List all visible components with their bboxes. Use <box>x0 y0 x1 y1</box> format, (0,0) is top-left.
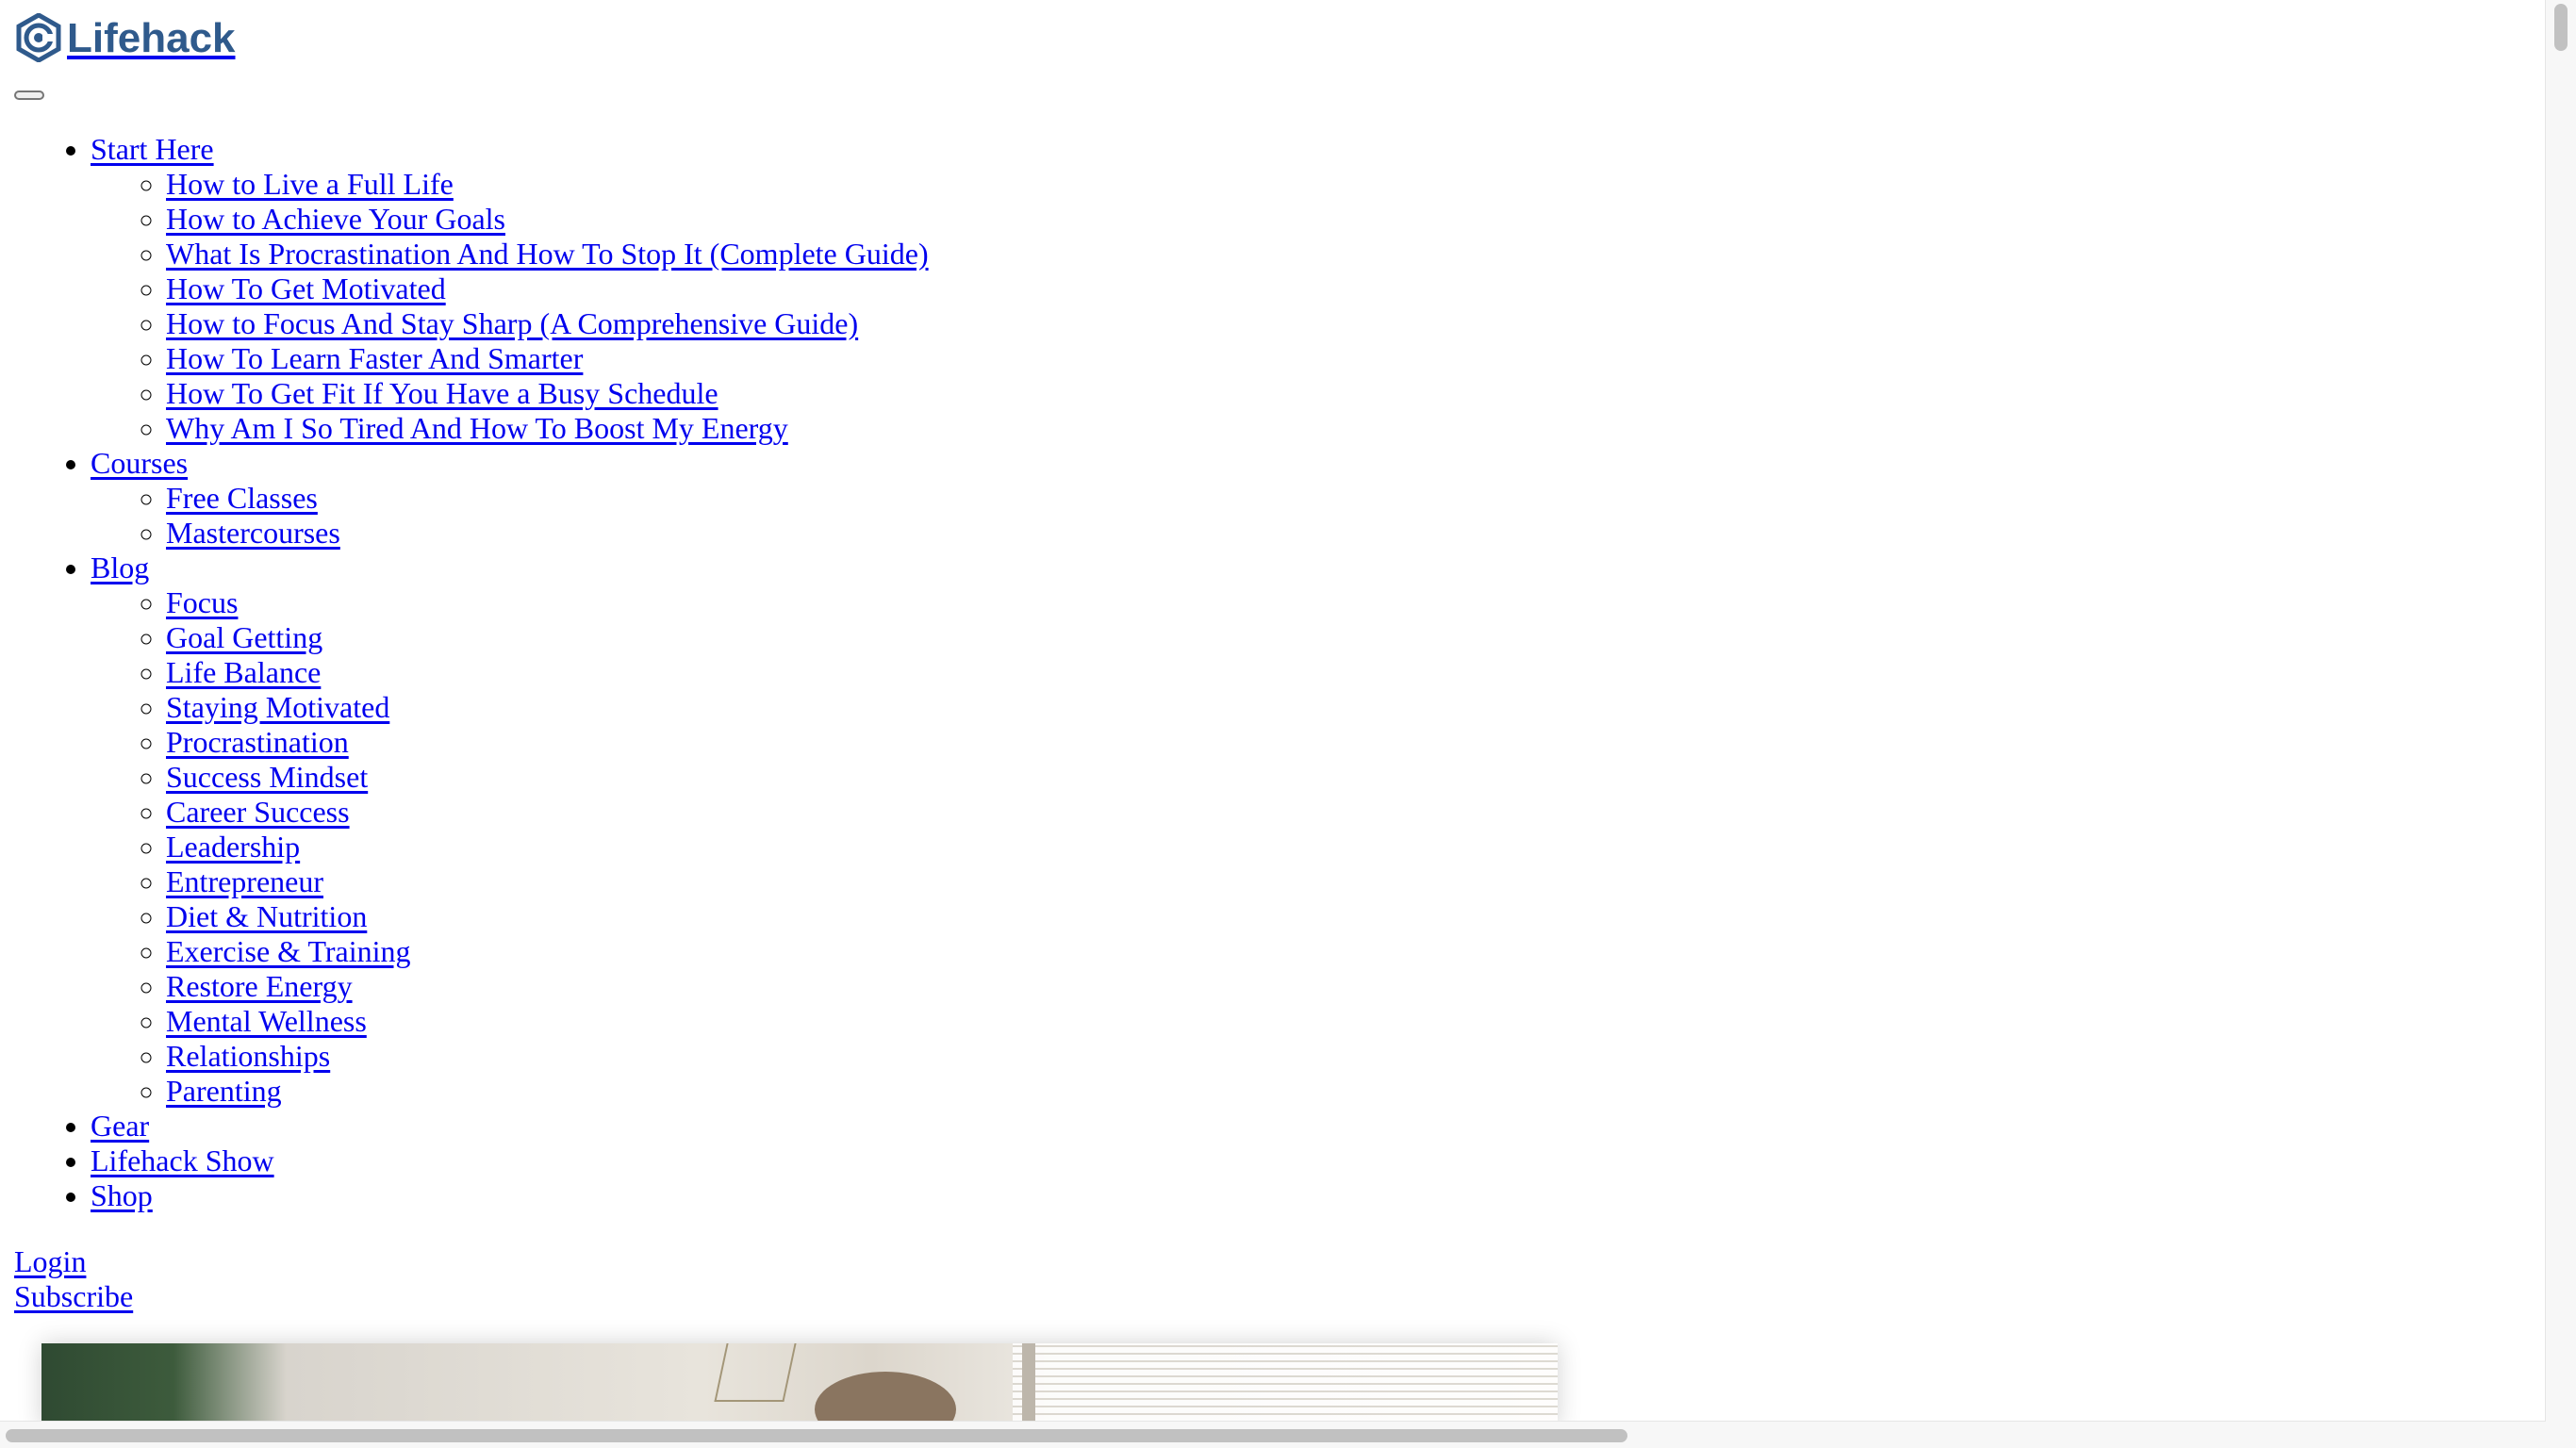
nav-sublink[interactable]: How To Learn Faster And Smarter <box>166 341 583 375</box>
nav-item: Lifehack Show <box>91 1144 929 1178</box>
nav-subitem: How to Live a Full Life <box>166 167 929 202</box>
nav-sublink[interactable]: How To Get Fit If You Have a Busy Schedu… <box>166 376 718 410</box>
hero-image-lamp <box>714 1343 797 1402</box>
nav-subitem: Exercise & Training <box>166 934 929 969</box>
hero-image-window-blinds <box>1013 1343 1558 1422</box>
nav-subitem: Success Mindset <box>166 760 929 795</box>
nav-subitem: What Is Procrastination And How To Stop … <box>166 237 929 272</box>
site-logo-link[interactable]: Lifehack <box>14 11 236 64</box>
nav-subitem: How To Learn Faster And Smarter <box>166 341 929 376</box>
nav-sublink[interactable]: Staying Motivated <box>166 690 389 724</box>
nav-subitem: Goal Getting <box>166 620 929 655</box>
nav-item: Shop <box>91 1178 929 1213</box>
nav-link[interactable]: Shop <box>91 1178 153 1212</box>
nav-subitem: Mental Wellness <box>166 1004 929 1039</box>
subscribe-link[interactable]: Subscribe <box>14 1279 133 1314</box>
nav-link[interactable]: Courses <box>91 446 188 480</box>
nav-sublink[interactable]: Goal Getting <box>166 620 322 654</box>
hero-image-window-frame <box>1022 1343 1035 1422</box>
nav-submenu: Free ClassesMastercourses <box>91 481 929 551</box>
nav-sublink[interactable]: How to Live a Full Life <box>166 167 454 201</box>
nav-sublink[interactable]: Procrastination <box>166 725 349 759</box>
nav-item: Start HereHow to Live a Full LifeHow to … <box>91 132 929 446</box>
nav-sublink[interactable]: Life Balance <box>166 655 321 689</box>
nav-link[interactable]: Blog <box>91 551 149 584</box>
lifehack-logo-icon <box>16 13 61 62</box>
scrollbar-corner <box>2546 1422 2576 1448</box>
nav-subitem: Life Balance <box>166 655 929 690</box>
auth-links: Login Subscribe <box>14 1244 133 1314</box>
nav-subitem: Diet & Nutrition <box>166 899 929 934</box>
nav-sublink[interactable]: Success Mindset <box>166 760 368 794</box>
nav-sublink[interactable]: Mental Wellness <box>166 1004 367 1038</box>
nav-sublink[interactable]: Exercise & Training <box>166 934 411 968</box>
vertical-scrollbar-thumb[interactable] <box>2554 4 2568 51</box>
nav-link[interactable]: Gear <box>91 1109 149 1143</box>
nav-sublink[interactable]: Career Success <box>166 795 350 829</box>
nav-subitem: Parenting <box>166 1074 929 1109</box>
nav-subitem: How To Get Fit If You Have a Busy Schedu… <box>166 376 929 411</box>
nav-sublink[interactable]: Free Classes <box>166 481 318 515</box>
nav-item: BlogFocusGoal GettingLife BalanceStaying… <box>91 551 929 1109</box>
nav-sublink[interactable]: Mastercourses <box>166 516 340 550</box>
nav-item: Gear <box>91 1109 929 1144</box>
main-navigation: Start HereHow to Live a Full LifeHow to … <box>0 132 929 1213</box>
login-link[interactable]: Login <box>14 1244 133 1279</box>
nav-submenu: How to Live a Full LifeHow to Achieve Yo… <box>91 167 929 446</box>
nav-sublink[interactable]: What Is Procrastination And How To Stop … <box>166 237 929 271</box>
nav-sublink[interactable]: Parenting <box>166 1074 282 1108</box>
menu-toggle-button[interactable] <box>14 90 44 100</box>
nav-item: CoursesFree ClassesMastercourses <box>91 446 929 551</box>
nav-submenu: FocusGoal GettingLife BalanceStaying Mot… <box>91 585 929 1109</box>
nav-sublink[interactable]: How to Achieve Your Goals <box>166 202 505 236</box>
vertical-scrollbar[interactable] <box>2545 0 2576 1422</box>
nav-sublink[interactable]: Relationships <box>166 1039 330 1073</box>
nav-sublink[interactable]: Leadership <box>166 830 300 864</box>
nav-sublink[interactable]: How to Focus And Stay Sharp (A Comprehen… <box>166 306 858 340</box>
nav-subitem: Restore Energy <box>166 969 929 1004</box>
nav-sublink[interactable]: Entrepreneur <box>166 864 323 898</box>
nav-subitem: Focus <box>166 585 929 620</box>
nav-subitem: Mastercourses <box>166 516 929 551</box>
nav-subitem: Staying Motivated <box>166 690 929 725</box>
nav-subitem: Why Am I So Tired And How To Boost My En… <box>166 411 929 446</box>
nav-subitem: How to Achieve Your Goals <box>166 202 929 237</box>
nav-sublink[interactable]: Focus <box>166 585 238 619</box>
page: Lifehack Start HereHow to Live a Full Li… <box>0 0 2546 1422</box>
horizontal-scrollbar[interactable] <box>0 1421 2546 1448</box>
nav-subitem: How To Get Motivated <box>166 272 929 306</box>
hero-image <box>41 1343 1558 1422</box>
nav-sublink[interactable]: How To Get Motivated <box>166 272 446 305</box>
nav-subitem: Procrastination <box>166 725 929 760</box>
horizontal-scrollbar-thumb[interactable] <box>6 1429 1627 1442</box>
nav-subitem: How to Focus And Stay Sharp (A Comprehen… <box>166 306 929 341</box>
nav-link[interactable]: Start Here <box>91 132 214 166</box>
nav-subitem: Relationships <box>166 1039 929 1074</box>
nav-sublink[interactable]: Restore Energy <box>166 969 353 1003</box>
hero-image-person <box>815 1372 956 1422</box>
nav-sublink[interactable]: Diet & Nutrition <box>166 899 367 933</box>
nav-subitem: Free Classes <box>166 481 929 516</box>
nav-sublink[interactable]: Why Am I So Tired And How To Boost My En… <box>166 411 788 445</box>
nav-subitem: Entrepreneur <box>166 864 929 899</box>
logo-text: Lifehack <box>67 14 236 61</box>
nav-link[interactable]: Lifehack Show <box>91 1144 274 1177</box>
nav-subitem: Career Success <box>166 795 929 830</box>
nav-subitem: Leadership <box>166 830 929 864</box>
